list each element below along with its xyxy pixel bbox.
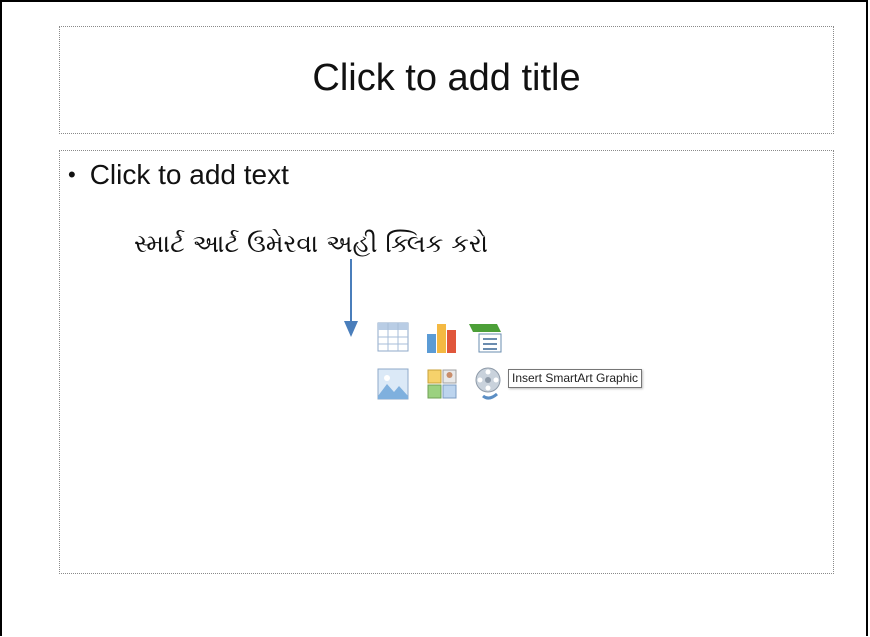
insert-media-clip-icon[interactable] bbox=[472, 366, 508, 402]
insert-chart-icon[interactable] bbox=[424, 319, 460, 355]
content-placeholder[interactable]: • Click to add text સ્માર્ટ આર્ટ ઉમેરવા … bbox=[59, 150, 834, 574]
insert-table-icon[interactable] bbox=[375, 319, 411, 355]
bullet-icon: • bbox=[68, 162, 76, 187]
insert-clip-art-icon[interactable] bbox=[424, 366, 460, 402]
insert-smartart-icon[interactable] bbox=[467, 319, 503, 355]
annotation-arrow-icon bbox=[344, 259, 358, 337]
title-placeholder-text: Click to add title bbox=[312, 57, 581, 99]
title-placeholder[interactable]: Click to add title bbox=[59, 26, 834, 134]
annotation-text: સ્માર્ટ આર્ટ ઉમેરવા અહી ક્લિક કરો bbox=[134, 229, 489, 258]
body-placeholder-text: Click to add text bbox=[89, 159, 289, 190]
insert-picture-icon[interactable] bbox=[375, 366, 411, 402]
body-text-line: • Click to add text bbox=[68, 159, 289, 191]
smartart-tooltip: Insert SmartArt Graphic bbox=[508, 369, 643, 388]
slide-canvas: Click to add title • Click to add text સ… bbox=[0, 0, 868, 636]
